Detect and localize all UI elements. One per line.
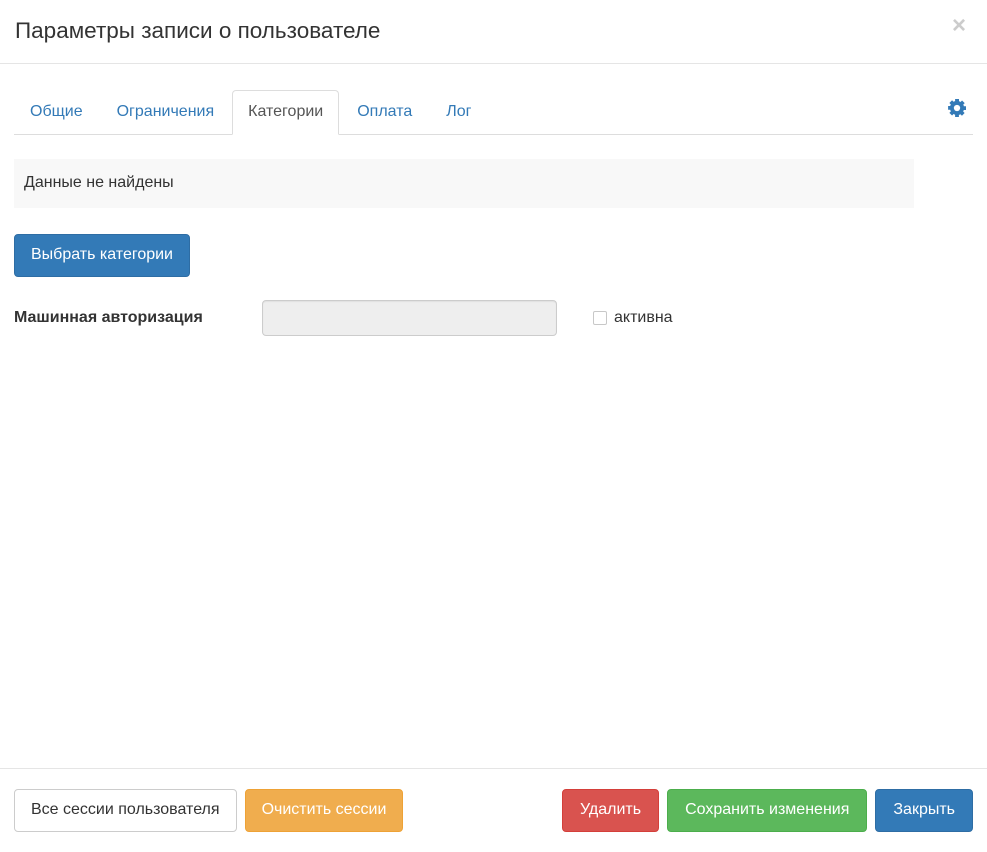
- tabs-container: Общие Ограничения Категории Оплата Лог: [0, 64, 987, 135]
- footer-right-group: Удалить Сохранить изменения Закрыть: [561, 789, 973, 832]
- machine-auth-active-label: активна: [614, 308, 673, 326]
- clear-sessions-button[interactable]: Очистить сессии: [244, 789, 404, 832]
- close-button[interactable]: Закрыть: [875, 789, 973, 832]
- tab-obshchie[interactable]: Общие: [14, 89, 101, 134]
- footer-left-group: Все сессии пользователя Очистить сессии: [14, 789, 404, 832]
- all-user-sessions-button[interactable]: Все сессии пользователя: [14, 789, 237, 832]
- user-record-parameters-dialog: Параметры записи о пользователе × Общие …: [0, 0, 987, 852]
- tab-obshchie-link[interactable]: Общие: [14, 90, 99, 135]
- close-icon[interactable]: ×: [945, 12, 973, 40]
- machine-auth-active-checkbox[interactable]: [593, 310, 607, 325]
- tab-oplata-link[interactable]: Оплата: [341, 90, 428, 135]
- tab-panel-kategorii: Данные не найдены Выбрать категории Маши…: [0, 159, 987, 337]
- delete-button[interactable]: Удалить: [561, 789, 660, 832]
- tab-oplata[interactable]: Оплата: [341, 89, 430, 134]
- dialog-header: Параметры записи о пользователе ×: [0, 0, 987, 64]
- tab-kategorii-link[interactable]: Категории: [232, 90, 340, 135]
- dialog-footer: Все сессии пользователя Очистить сессии …: [0, 768, 987, 852]
- machine-auth-label: Машинная авторизация: [14, 309, 203, 327]
- machine-auth-active-checkbox-wrap[interactable]: активна: [593, 309, 673, 327]
- machine-auth-row: Машинная авторизация активна: [14, 299, 973, 337]
- empty-state-message: Данные не найдены: [14, 159, 914, 208]
- tab-kategorii[interactable]: Категории: [232, 89, 341, 135]
- gear-icon[interactable]: [945, 96, 969, 120]
- tab-ogranicheniya-link[interactable]: Ограничения: [101, 90, 231, 135]
- page-title: Параметры записи о пользователе: [15, 18, 381, 44]
- tab-log[interactable]: Лог: [430, 89, 489, 134]
- save-changes-button[interactable]: Сохранить изменения: [667, 789, 868, 832]
- tab-list: Общие Ограничения Категории Оплата Лог: [14, 64, 973, 135]
- choose-categories-button[interactable]: Выбрать категории: [14, 233, 190, 277]
- machine-auth-input[interactable]: [262, 299, 557, 336]
- dialog-body: Общие Ограничения Категории Оплата Лог Д…: [0, 64, 987, 768]
- tab-ogranicheniya[interactable]: Ограничения: [101, 89, 233, 134]
- tab-log-link[interactable]: Лог: [430, 90, 487, 135]
